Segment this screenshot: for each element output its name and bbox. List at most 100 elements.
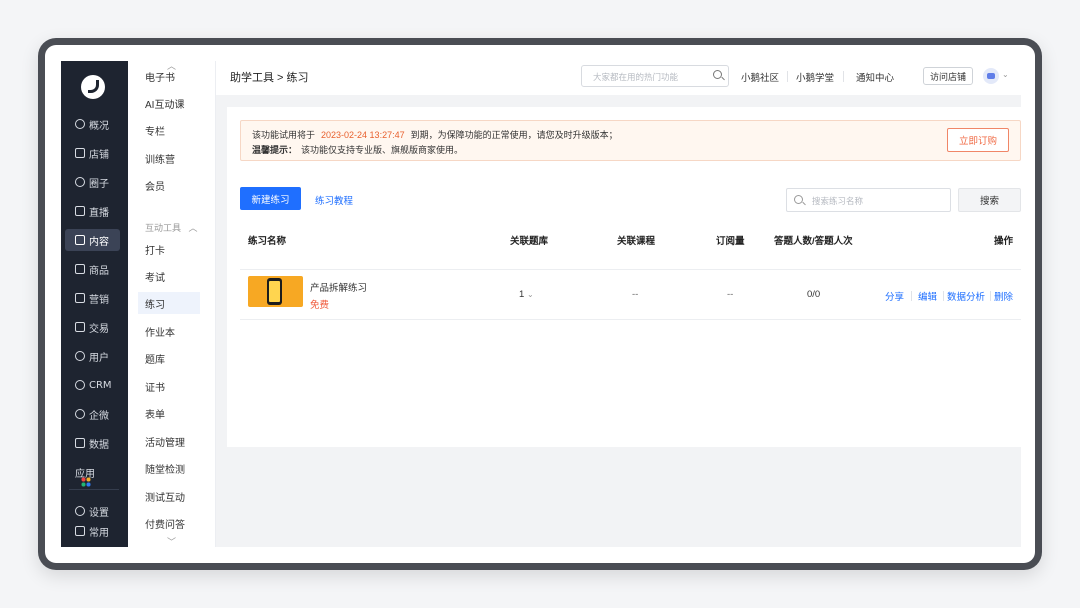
store-icon [75, 148, 85, 158]
collapse-chevron-icon: ︿ [188, 223, 198, 233]
main-content: 该功能试用将于 2023-02-24 13:27:47 到期，为保障功能的正常使用，… [227, 107, 1021, 447]
action-separator [911, 291, 912, 301]
nav-item-user[interactable]: 用户 [65, 345, 120, 367]
subnav-item-practice[interactable]: 练习 [138, 292, 200, 314]
practice-tutorial-link[interactable]: 练习教程 [315, 193, 353, 207]
academy-link[interactable]: 小鹅学堂 [796, 70, 834, 84]
nav-item-store[interactable]: 店铺 [65, 142, 120, 164]
settings-icon [75, 506, 85, 516]
practice-search-input[interactable]: 搜索练习名称 [786, 188, 951, 212]
secondary-sidebar: ︿ 电子书 AI互动课 专栏 训练营 会员 互动工具 ︿ 打卡 考试 练习 作业… [128, 61, 216, 547]
action-separator [990, 291, 991, 301]
subnav-item-activity[interactable]: 活动管理 [138, 430, 200, 452]
column-header-course: 关联课程 [617, 236, 656, 247]
price-badge: 免费 [310, 300, 330, 311]
column-header-actions: 操作 [994, 236, 1014, 247]
subnav-item-checkin[interactable]: 打卡 [138, 238, 200, 260]
trade-icon [75, 322, 85, 332]
subnav-item-paid-qa[interactable]: 付费问答 [138, 512, 200, 534]
practice-name[interactable]: 产品拆解练习 [310, 280, 367, 294]
subnav-group-title[interactable]: 互动工具 ︿ [145, 221, 198, 234]
nav-item-trade[interactable]: 交易 [65, 316, 120, 338]
column-header-question-bank: 关联题库 [510, 236, 549, 247]
delete-link[interactable]: 删除 [994, 289, 1013, 303]
visit-store-button[interactable]: 访问店铺 [923, 67, 973, 85]
subnav-item-homework[interactable]: 作业本 [138, 320, 200, 342]
subnav-item-camp[interactable]: 训练营 [138, 147, 200, 169]
search-icon [794, 195, 803, 204]
notification-center-link[interactable]: 通知中心 [856, 70, 894, 84]
subnav-item-question-bank[interactable]: 题库 [138, 347, 200, 369]
data-icon [75, 438, 85, 448]
marketing-icon [75, 293, 85, 303]
circle-icon [75, 177, 85, 187]
nav-item-goods[interactable]: 商品 [65, 258, 120, 280]
subnav-item-exam[interactable]: 考试 [138, 265, 200, 287]
search-button[interactable]: 搜索 [958, 188, 1021, 212]
favorites-icon [75, 526, 85, 536]
data-analysis-link[interactable]: 数据分析 [947, 289, 985, 303]
scroll-down-icon[interactable]: ﹀ [167, 535, 176, 547]
share-link[interactable]: 分享 [885, 289, 904, 303]
nav-item-circle[interactable]: 圈子 [65, 171, 120, 193]
header-divider [843, 71, 844, 82]
practice-cover-image[interactable] [248, 276, 303, 307]
top-header: 助学工具 > 练习 大家都在用的热门功能 小鹅社区 小鹅学堂 通知中心 访问店铺… [216, 61, 1021, 95]
global-search-input[interactable]: 大家都在用的热门功能 [581, 65, 729, 87]
answers-value: 0/0 [807, 289, 821, 300]
nav-item-overview[interactable]: 概况 [65, 113, 120, 135]
subnav-item-ai-course[interactable]: AI互动课 [138, 92, 200, 114]
overview-icon [75, 119, 85, 129]
nav-item-apps[interactable]: 应用 [65, 461, 120, 487]
notice-suffix: 到期，为保障功能的正常使用，请您及时升级版本； [410, 130, 618, 140]
new-practice-button[interactable]: 新建练习 [240, 187, 301, 210]
subnav-item-quiz[interactable]: 随堂检测 [138, 457, 200, 479]
search-icon[interactable] [713, 70, 722, 79]
nav-item-settings[interactable]: 设置 [65, 500, 120, 522]
trial-notice-banner: 该功能试用将于 2023-02-24 13:27:47 到期，为保障功能的正常使用，… [240, 120, 1021, 161]
nav-item-favorites[interactable]: 常用 [65, 520, 120, 542]
breadcrumb: 助学工具 > 练习 [230, 72, 309, 84]
crm-icon [75, 380, 85, 390]
primary-sidebar: 概况 店铺 圈子 直播 内容 商品 营销 交易 用户 CRM 企微 数据 应用 … [61, 61, 128, 547]
tip-label: 温馨提示： [252, 145, 298, 155]
subnav-item-column[interactable]: 专栏 [138, 119, 200, 141]
edit-link[interactable]: 编辑 [918, 289, 937, 303]
subnav-item-certificate[interactable]: 证书 [138, 375, 200, 397]
chevron-down-icon: ⌄ [526, 290, 534, 299]
goods-icon [75, 264, 85, 274]
nav-divider [69, 489, 119, 490]
subnav-item-form[interactable]: 表单 [138, 402, 200, 424]
chevron-down-icon[interactable]: ⌄ [1002, 70, 1009, 79]
tip-text: 该功能仅支持专业版、旗舰版商家使用。 [301, 145, 464, 155]
nav-item-crm[interactable]: CRM [65, 374, 120, 396]
live-icon [75, 206, 85, 216]
user-icon [75, 351, 85, 361]
column-header-name: 练习名称 [248, 236, 287, 247]
community-link[interactable]: 小鹅社区 [741, 70, 779, 84]
nav-item-marketing[interactable]: 营销 [65, 287, 120, 309]
device-screen: 概况 店铺 圈子 直播 内容 商品 营销 交易 用户 CRM 企微 数据 应用 … [45, 45, 1035, 563]
subnav-item-ebook[interactable]: 电子书 [138, 65, 200, 87]
subscription-value: -- [727, 289, 734, 300]
subnav-item-test-interaction[interactable]: 测试互动 [138, 485, 200, 507]
row-divider [240, 319, 1021, 320]
column-header-subscriptions: 订阅量 [716, 236, 745, 247]
subscribe-now-button[interactable]: 立即订购 [947, 128, 1009, 152]
header-divider [787, 71, 788, 82]
nav-item-content[interactable]: 内容 [65, 229, 120, 251]
nav-item-wecom[interactable]: 企微 [65, 403, 120, 425]
logo-icon[interactable] [81, 75, 105, 99]
column-header-answers: 答题人数/答题人次 [774, 236, 853, 247]
notice-date: 2023-02-24 13:27:47 [321, 130, 405, 140]
nav-item-live[interactable]: 直播 [65, 200, 120, 222]
course-value: -- [632, 289, 639, 300]
nav-item-data[interactable]: 数据 [65, 432, 120, 454]
subnav-item-member[interactable]: 会员 [138, 174, 200, 196]
content-icon [75, 235, 85, 245]
header-divider [240, 269, 1021, 270]
avatar[interactable] [983, 68, 999, 84]
question-bank-count[interactable]: 1 ⌄ [519, 289, 534, 300]
apps-icon [81, 477, 91, 487]
app-window: 概况 店铺 圈子 直播 内容 商品 营销 交易 用户 CRM 企微 数据 应用 … [61, 61, 1021, 547]
